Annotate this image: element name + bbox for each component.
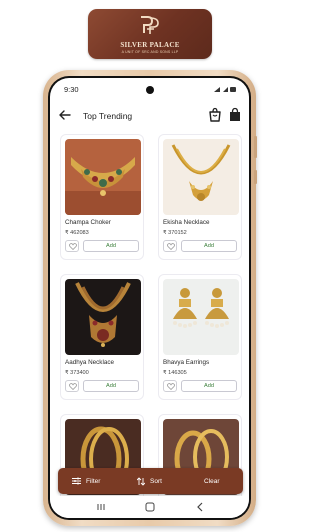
status-time: 9:30 xyxy=(64,85,79,94)
status-bar: 9:30 xyxy=(50,78,249,100)
sort-button[interactable]: Sort xyxy=(137,468,162,494)
brand-monogram-icon xyxy=(141,16,159,34)
sort-label: Sort xyxy=(150,477,162,485)
jhumka-earrings-image xyxy=(163,279,239,355)
brand-name: SILVER PALACE xyxy=(120,41,180,49)
product-image xyxy=(65,139,141,215)
home-icon[interactable] xyxy=(144,501,156,513)
wishlist-button[interactable] xyxy=(65,380,79,392)
product-name: Ekisha Necklace xyxy=(163,219,210,226)
volume-button xyxy=(254,136,257,158)
add-button[interactable]: Add xyxy=(83,240,139,252)
back-nav-icon[interactable] xyxy=(194,501,206,513)
system-nav-bar xyxy=(50,496,249,518)
filter-icon xyxy=(72,477,81,485)
add-button[interactable]: Add xyxy=(181,380,237,392)
product-name: Champa Choker xyxy=(65,219,111,226)
product-price: ₹ 370152 xyxy=(163,230,187,236)
heart-icon xyxy=(69,383,77,390)
front-camera xyxy=(146,86,154,94)
sort-arrows-icon xyxy=(137,476,145,486)
filter-sort-bar: Filter Sort Clear xyxy=(58,468,243,494)
power-button xyxy=(254,170,257,184)
product-image xyxy=(65,279,141,355)
page-title: Top Trending xyxy=(83,111,133,121)
cart-bag-icon[interactable] xyxy=(228,107,242,122)
wishlist-button[interactable] xyxy=(163,380,177,392)
shopping-bag-icon[interactable] xyxy=(208,107,222,122)
product-price: ₹ 146305 xyxy=(163,370,187,376)
gold-choker-image xyxy=(65,139,141,215)
clear-button[interactable]: Clear xyxy=(204,468,220,494)
add-button[interactable]: Add xyxy=(181,240,237,252)
clear-label: Clear xyxy=(204,477,220,485)
product-card[interactable]: Aadhya Necklace ₹ 373400 Add xyxy=(60,274,144,400)
add-button[interactable]: Add xyxy=(83,380,139,392)
recents-icon[interactable] xyxy=(95,501,107,513)
heart-icon xyxy=(69,243,77,250)
product-card[interactable]: Bhavya Earrings ₹ 146305 Add xyxy=(158,274,242,400)
phone-frame: 9:30 Top Trending Champa Choker ₹ 462083… xyxy=(43,70,257,526)
app-display: 9:30 Top Trending Champa Choker ₹ 462083… xyxy=(50,78,249,518)
filter-button[interactable]: Filter xyxy=(72,468,100,494)
back-arrow-icon[interactable] xyxy=(58,108,72,122)
product-image xyxy=(163,139,239,215)
product-name: Aadhya Necklace xyxy=(65,359,115,366)
signal-battery-icon xyxy=(214,87,236,92)
product-card[interactable]: Ekisha Necklace ₹ 370152 Add xyxy=(158,134,242,260)
brand-tagline: A UNIT OF SRC AND SONS LLP xyxy=(121,50,179,54)
product-name: Bhavya Earrings xyxy=(163,359,210,366)
filter-label: Filter xyxy=(86,477,101,485)
heart-icon xyxy=(167,243,175,250)
product-price: ₹ 462083 xyxy=(65,230,89,236)
brand-logo-banner: SILVER PALACE A UNIT OF SRC AND SONS LLP xyxy=(88,9,212,59)
phone-screen: 9:30 Top Trending Champa Choker ₹ 462083… xyxy=(48,76,251,520)
wishlist-button[interactable] xyxy=(163,240,177,252)
product-image xyxy=(163,279,239,355)
app-bar: Top Trending xyxy=(50,102,249,130)
wishlist-button[interactable] xyxy=(65,240,79,252)
page: SILVER PALACE A UNIT OF SRC AND SONS LLP… xyxy=(0,0,300,532)
product-price: ₹ 373400 xyxy=(65,370,89,376)
temple-necklace-image xyxy=(65,279,141,355)
gold-necklace-image xyxy=(163,139,239,215)
product-card[interactable]: Champa Choker ₹ 462083 Add xyxy=(60,134,144,260)
heart-icon xyxy=(167,383,175,390)
